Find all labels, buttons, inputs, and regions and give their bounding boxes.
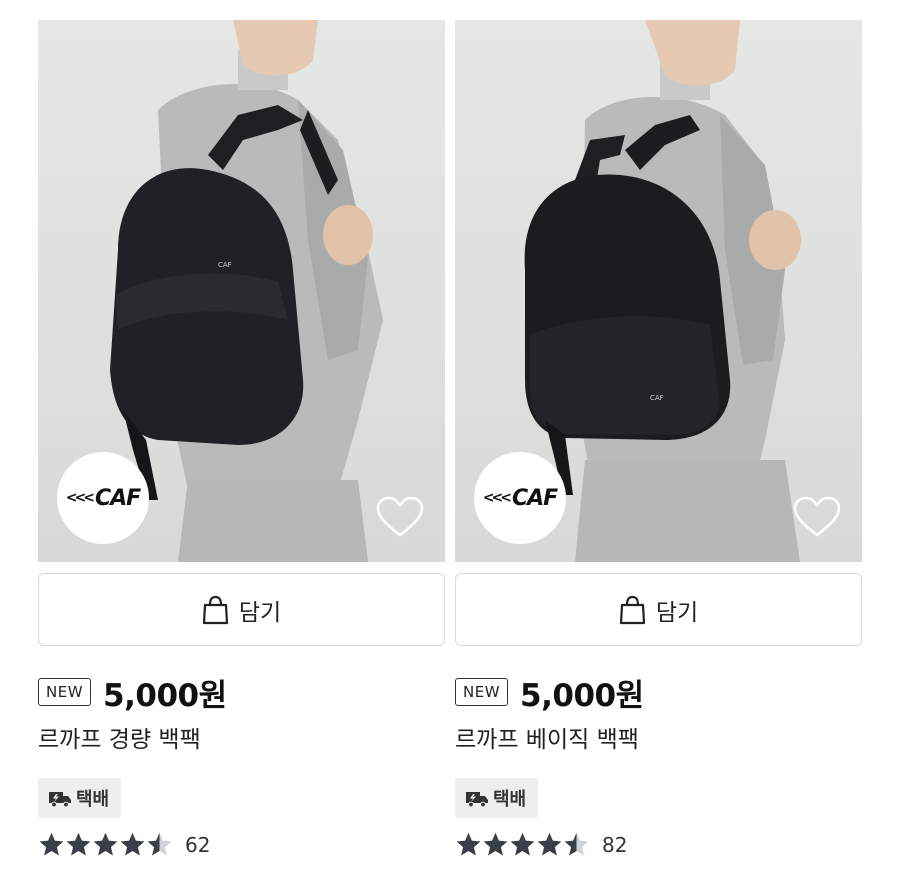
shopping-bag-icon bbox=[202, 595, 228, 624]
svg-text:CAF: CAF bbox=[218, 261, 232, 269]
star-icon bbox=[483, 832, 508, 856]
heart-outline-icon[interactable] bbox=[792, 495, 842, 539]
product-price: 5,000원 bbox=[520, 677, 644, 714]
star-icon bbox=[93, 832, 118, 856]
delivery-tag: 택배 bbox=[455, 778, 539, 818]
delivery-truck-icon bbox=[49, 792, 71, 808]
star-icon bbox=[564, 832, 589, 856]
brand-logo-badge: <<< CAF bbox=[474, 452, 566, 544]
star-rating bbox=[455, 831, 590, 858]
star-icon bbox=[39, 832, 64, 856]
price-row: NEW 5,000원 bbox=[455, 672, 862, 714]
add-to-cart-button[interactable]: 담기 bbox=[455, 573, 862, 646]
add-to-cart-label: 담기 bbox=[238, 599, 282, 626]
star-icon bbox=[120, 832, 145, 856]
star-icon bbox=[456, 832, 481, 856]
new-badge: NEW bbox=[38, 678, 92, 706]
shopping-bag-icon bbox=[619, 595, 645, 624]
add-to-cart-button[interactable]: 담기 bbox=[38, 573, 445, 646]
rating-row: 62 bbox=[38, 831, 445, 858]
add-to-cart-label: 담기 bbox=[655, 599, 699, 626]
delivery-truck-icon bbox=[466, 792, 488, 808]
star-icon bbox=[66, 832, 91, 856]
heart-outline-icon[interactable] bbox=[375, 495, 425, 539]
star-icon bbox=[510, 832, 535, 856]
product-name[interactable]: 르까프 베이직 백팩 bbox=[455, 720, 862, 754]
price-row: NEW 5,000원 bbox=[38, 672, 445, 714]
product-price: 5,000원 bbox=[103, 677, 227, 714]
product-card[interactable]: CAF <<<CAF 담기 NEW 5,000원 르까프 베이직 백팩 택배 bbox=[455, 20, 862, 858]
review-count: 82 bbox=[602, 832, 628, 857]
svg-text:CAF: CAF bbox=[650, 394, 664, 402]
delivery-tag: 택배 bbox=[38, 778, 122, 818]
caf-logo: <<< CAF bbox=[65, 485, 141, 511]
star-icon bbox=[537, 832, 562, 856]
caf-logo: <<< CAF bbox=[482, 485, 558, 511]
delivery-label: 택배 bbox=[76, 789, 110, 810]
star-icon bbox=[147, 832, 172, 856]
product-image[interactable]: CAF <<< CAF bbox=[38, 20, 445, 562]
product-image[interactable]: CAF <<< CAF bbox=[455, 20, 862, 562]
star-rating bbox=[38, 831, 173, 858]
product-name[interactable]: 르까프 경량 백팩 bbox=[38, 720, 445, 754]
review-count: 62 bbox=[185, 832, 211, 857]
delivery-label: 택배 bbox=[493, 789, 527, 810]
brand-logo-badge: <<< CAF bbox=[57, 452, 149, 544]
new-badge: NEW bbox=[455, 678, 509, 706]
rating-row: 82 bbox=[455, 831, 862, 858]
product-card[interactable]: CAF <<< CAF 담기 NEW 5,000원 르까프 경량 백팩 택배 6… bbox=[38, 20, 445, 858]
